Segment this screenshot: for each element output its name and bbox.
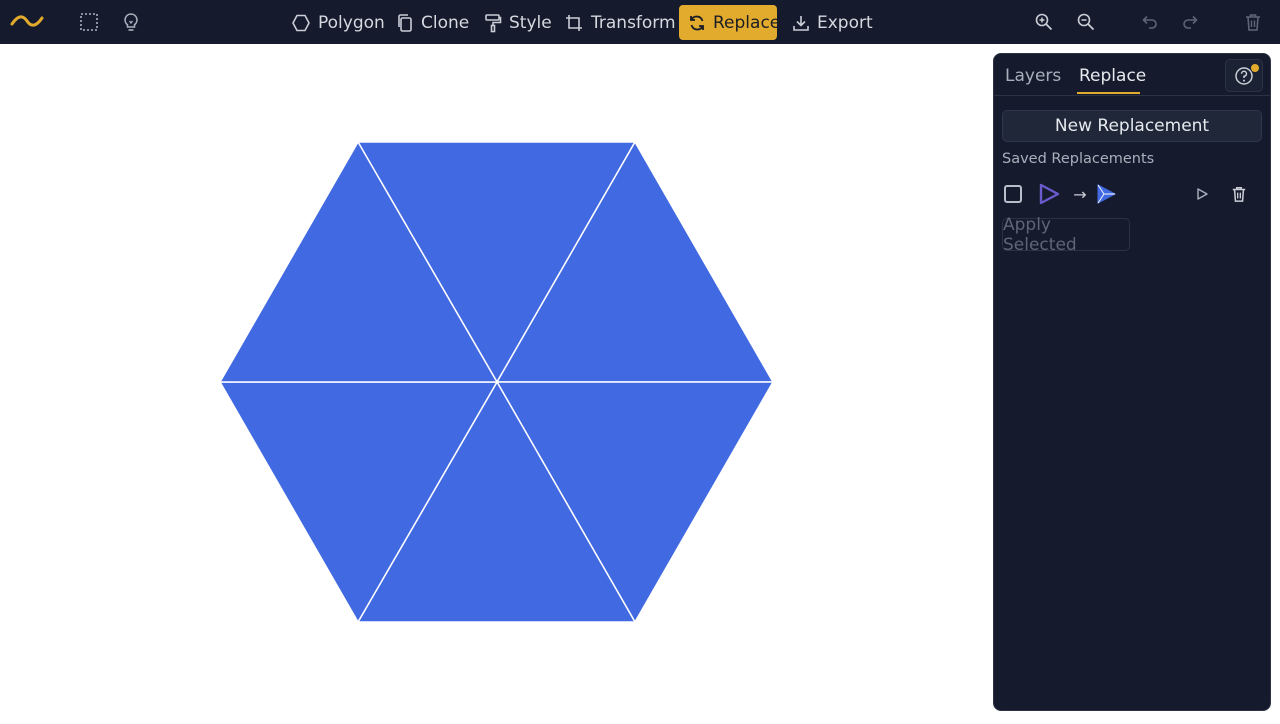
active-tab-indicator (1077, 92, 1140, 94)
export-tool-button[interactable]: Export (783, 5, 882, 40)
triangle-outline-icon (1036, 181, 1062, 207)
replace-icon (690, 15, 704, 30)
tab-layers[interactable]: Layers (1005, 66, 1061, 86)
trash-icon[interactable] (1242, 11, 1264, 33)
notification-dot (1251, 64, 1259, 72)
replace-tool-button[interactable]: Replace (679, 5, 781, 40)
replace-panel: Layers Replace New Replacement Saved Rep… (993, 53, 1271, 711)
clone-tool-button[interactable]: Clone (387, 5, 478, 40)
wave-logo-icon[interactable] (10, 10, 44, 32)
replacement-arrow: → (1073, 184, 1087, 204)
new-replacement-button[interactable]: New Replacement (1002, 110, 1262, 142)
transform-tool-label: Transform (591, 12, 676, 33)
saved-replacements-label: Saved Replacements (1002, 151, 1155, 167)
undo-icon[interactable] (1138, 11, 1160, 33)
style-tool-label: Style (509, 12, 552, 33)
lightbulb-icon[interactable] (120, 11, 142, 33)
export-tool-label: Export (817, 12, 873, 33)
dashed-select-icon[interactable] (78, 11, 100, 33)
delete-replacement-icon[interactable] (1229, 184, 1249, 204)
play-icon[interactable] (1192, 184, 1212, 204)
polygon-tool-button[interactable]: Polygon (282, 5, 394, 40)
transform-tool-button[interactable]: Transform (555, 5, 685, 40)
apply-selected-button[interactable]: Apply Selected (1002, 215, 1130, 255)
clone-tool-label: Clone (421, 12, 470, 33)
replacement-row: → (1002, 181, 1262, 207)
style-tool-button[interactable]: Style (475, 5, 561, 40)
redo-icon[interactable] (1180, 11, 1202, 33)
tab-replace[interactable]: Replace (1079, 66, 1146, 86)
replace-tool-label: Replace (713, 12, 781, 33)
clone-icon (398, 13, 412, 32)
hexagon-icon (292, 14, 310, 31)
download-icon (793, 15, 809, 31)
transform-icon (566, 14, 582, 31)
zoom-in-icon[interactable] (1033, 11, 1055, 33)
top-toolbar: Polygon Clone Style Transform Replace Ex… (0, 0, 1280, 44)
help-button[interactable] (1225, 59, 1263, 92)
hexagon-drawing[interactable] (0, 44, 993, 720)
zoom-out-icon[interactable] (1075, 11, 1097, 33)
polygon-tool-label: Polygon (318, 12, 385, 33)
panel-tabs: Layers Replace (994, 54, 1270, 96)
drawing-canvas[interactable] (0, 44, 993, 720)
paint-roller-icon (485, 13, 502, 32)
replacement-checkbox[interactable] (1004, 185, 1022, 203)
split-triangle-icon (1093, 181, 1119, 207)
